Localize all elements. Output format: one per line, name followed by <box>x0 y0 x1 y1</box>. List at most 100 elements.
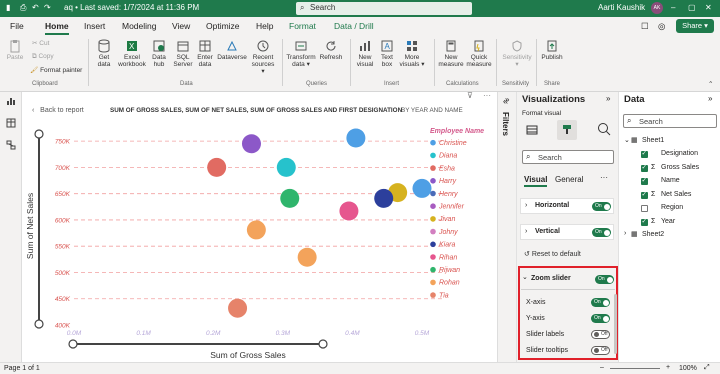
tab-general[interactable]: General <box>555 175 583 184</box>
analytics-icon[interactable] <box>597 122 611 136</box>
zoom-track[interactable] <box>610 368 660 369</box>
quick-measure-button[interactable]: Quick measure <box>466 39 492 68</box>
paste-button[interactable]: Paste <box>4 39 26 61</box>
scatter-point[interactable] <box>346 128 366 148</box>
field-checkbox[interactable] <box>641 190 648 199</box>
scatter-point[interactable] <box>241 134 261 154</box>
format-visual-tab[interactable] <box>557 120 577 140</box>
enter-data-button[interactable]: Enter data <box>196 39 214 68</box>
comment-icon[interactable]: ☐ <box>641 21 649 32</box>
chevron-right-icon[interactable]: › <box>624 230 626 237</box>
tab-visual[interactable]: Visual <box>524 175 548 187</box>
legend-marker[interactable] <box>430 152 436 159</box>
scatter-point[interactable] <box>228 298 248 318</box>
y-zoom-slider-handle[interactable] <box>34 129 44 139</box>
redo-icon[interactable]: ↷ <box>44 3 51 12</box>
tab-view[interactable]: View <box>172 21 190 31</box>
field-name[interactable]: Year <box>661 218 675 225</box>
y-zoom-slider-handle[interactable] <box>34 319 44 329</box>
cut-button[interactable]: ✂ Cut <box>32 40 49 47</box>
format-painter-button[interactable]: 🖌 Format painter <box>30 67 82 74</box>
tab-data-drill[interactable]: Data / Drill <box>334 21 374 31</box>
legend-marker[interactable] <box>430 216 436 222</box>
scatter-point[interactable] <box>280 188 300 208</box>
viz-pane-collapse-icon[interactable]: » <box>606 94 610 103</box>
legend-item[interactable]: Rihan <box>439 254 457 261</box>
legend-item[interactable]: Diana <box>439 153 457 160</box>
scatter-chart[interactable]: 400K 450K 500K 550K 600K 650K 700K 750K 0.0M 0.1M… <box>22 92 497 362</box>
scatter-point[interactable] <box>276 157 296 177</box>
tab-file[interactable]: File <box>10 21 24 31</box>
sensitivity-button[interactable]: Sensitivity ▾ <box>500 39 534 68</box>
report-view-icon[interactable] <box>6 96 16 106</box>
legend-marker[interactable] <box>430 178 436 184</box>
sheet2-label[interactable]: Sheet2 <box>642 231 664 238</box>
title-search-box[interactable]: ⌕ Search <box>296 2 472 15</box>
legend-item[interactable]: Harry <box>439 178 457 185</box>
data-pane-collapse-icon[interactable]: » <box>708 94 712 103</box>
field-checkbox[interactable] <box>641 163 648 172</box>
field-name[interactable]: Name <box>661 177 680 184</box>
legend-item[interactable]: Rohan <box>439 280 460 287</box>
close-icon[interactable]: ✕ <box>705 3 712 12</box>
pane-scrollbar[interactable] <box>614 294 617 354</box>
tab-home[interactable]: Home <box>45 21 69 35</box>
slider-tooltips-toggle[interactable]: Off <box>591 346 610 355</box>
dataverse-button[interactable]: Dataverse <box>216 39 248 61</box>
zoom-slider-toggle[interactable]: On <box>595 275 614 284</box>
user-name[interactable]: Aarti Kaushik <box>598 3 645 12</box>
data-hub-button[interactable]: Data hub <box>148 39 170 68</box>
maximize-icon[interactable]: ▢ <box>688 3 696 12</box>
legend-marker[interactable] <box>430 203 436 209</box>
vertical-toggle[interactable]: On <box>592 228 611 237</box>
build-visual-icon[interactable] <box>526 124 538 136</box>
horizontal-section-card[interactable]: › Horizontal On <box>520 198 614 214</box>
tab-format[interactable]: Format <box>289 21 316 31</box>
legend-item[interactable]: Jivan <box>438 216 455 223</box>
field-name[interactable]: Net Sales <box>661 191 691 198</box>
chevron-down-icon[interactable]: ⌄ <box>522 273 528 281</box>
x-zoom-slider-handle[interactable] <box>318 339 328 349</box>
legend-item[interactable]: Rijwan <box>439 267 460 274</box>
field-checkbox[interactable] <box>641 149 648 158</box>
legend-marker[interactable] <box>430 139 436 146</box>
horizontal-toggle[interactable]: On <box>592 202 611 211</box>
viz-collapse-icon[interactable]: » <box>505 95 509 104</box>
legend-marker[interactable] <box>430 165 436 171</box>
scatter-point[interactable] <box>374 188 394 208</box>
fit-page-icon[interactable]: ⤢ <box>704 364 710 372</box>
legend-marker[interactable] <box>430 292 436 298</box>
legend-item[interactable]: Jennifer <box>438 204 465 211</box>
legend-item[interactable]: Esha <box>439 165 455 172</box>
share-button[interactable]: Share ▾ <box>676 19 714 33</box>
legend-marker[interactable] <box>430 254 436 260</box>
slider-labels-toggle[interactable]: Off <box>591 330 610 339</box>
refresh-button[interactable]: Refresh <box>318 39 344 61</box>
field-name[interactable]: Designation <box>661 150 698 157</box>
scatter-point[interactable] <box>207 157 227 177</box>
model-view-icon[interactable] <box>6 140 16 150</box>
new-visual-button[interactable]: New visual <box>354 39 376 68</box>
field-name[interactable]: Region <box>661 204 683 211</box>
tab-insert[interactable]: Insert <box>84 21 105 31</box>
copy-button[interactable]: ⧉ Copy <box>32 53 54 60</box>
field-checkbox[interactable] <box>641 205 648 212</box>
sheet1-label[interactable]: Sheet1 <box>642 137 664 144</box>
transform-data-button[interactable]: Transform data ▾ <box>286 39 316 68</box>
document-title[interactable]: aq • Last saved: 1/7/2024 at 11:36 PM <box>64 3 199 12</box>
avatar[interactable]: AK <box>651 2 663 14</box>
new-measure-button[interactable]: New measure <box>438 39 464 68</box>
legend-marker[interactable] <box>430 279 436 286</box>
y-axis-toggle[interactable]: On <box>591 314 610 323</box>
zoom-out-icon[interactable]: – <box>600 364 604 371</box>
legend-item[interactable]: Christine <box>439 140 467 147</box>
legend-marker[interactable] <box>430 266 436 273</box>
publish-button[interactable]: Publish <box>540 39 564 61</box>
more-visuals-button[interactable]: More visuals ▾ <box>398 39 426 68</box>
data-search-input[interactable]: ⌕ Search <box>623 114 717 128</box>
legend-marker[interactable] <box>430 241 436 248</box>
tab-optimize[interactable]: Optimize <box>206 21 240 31</box>
tab-modeling[interactable]: Modeling <box>122 21 157 31</box>
vertical-section-card[interactable]: › Vertical On <box>520 224 614 240</box>
reset-to-default-button[interactable]: ↺ Reset to default <box>524 250 581 258</box>
